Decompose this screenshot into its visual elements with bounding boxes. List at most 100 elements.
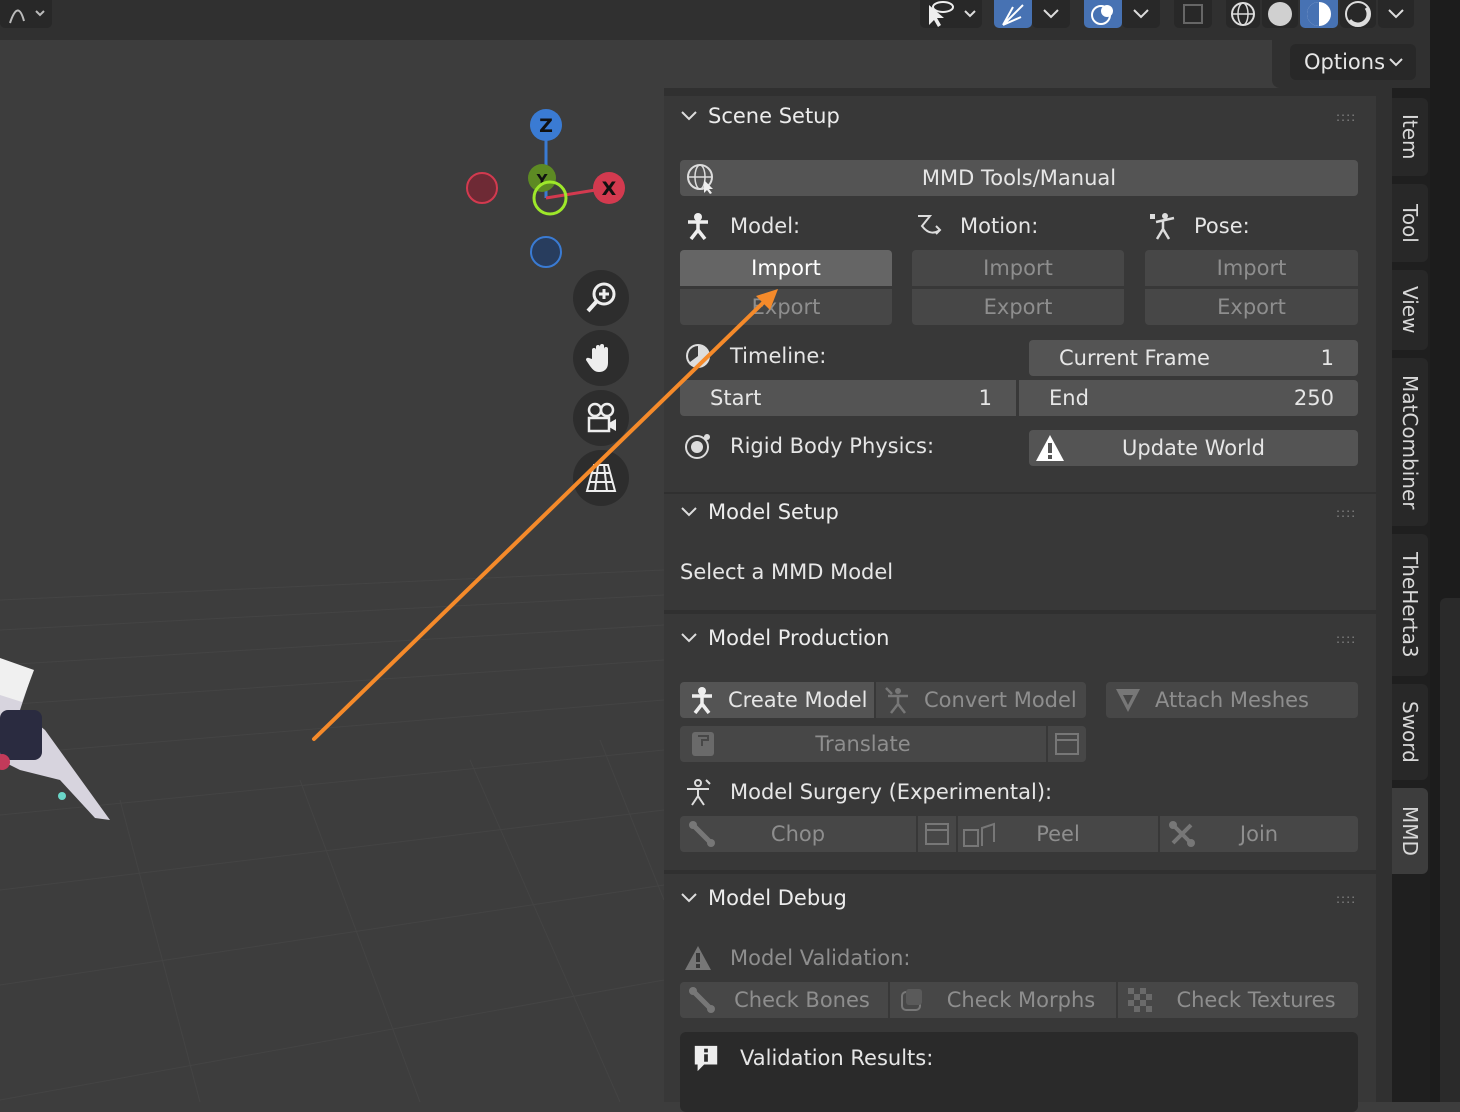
falloff-curve-icon xyxy=(9,9,45,24)
overlay-dropdown[interactable] xyxy=(1122,0,1160,28)
frame-start-label: Start xyxy=(710,386,762,410)
mmd-manual-button[interactable]: MMD Tools/Manual xyxy=(680,160,1358,196)
drag-handle-icon[interactable]: :::: xyxy=(1336,892,1356,906)
warning-icon xyxy=(1036,435,1064,461)
perspective-toggle-button[interactable] xyxy=(573,450,629,506)
globe-cursor-icon xyxy=(687,164,713,194)
chop-button[interactable]: Chop xyxy=(680,816,916,852)
tab-tool[interactable]: Tool xyxy=(1392,184,1428,262)
3d-viewport[interactable]: Z Y X xyxy=(0,40,664,1102)
rigid-body-label: Rigid Body Physics: xyxy=(684,432,934,460)
current-frame-field[interactable]: Current Frame 1 xyxy=(1029,340,1358,376)
proportional-falloff-button[interactable] xyxy=(0,0,52,28)
options-dropdown[interactable]: Options xyxy=(1290,44,1416,80)
frame-start-field[interactable]: Start 1 xyxy=(680,380,1016,416)
translate-popup-button[interactable] xyxy=(1048,726,1086,762)
gizmo-icon xyxy=(1002,4,1024,26)
gizmo-dropdown[interactable] xyxy=(1032,0,1070,28)
model-setup-header[interactable]: Model Setup xyxy=(680,500,839,524)
shading-rendered-button[interactable] xyxy=(1340,0,1376,28)
drag-handle-icon[interactable]: :::: xyxy=(1336,506,1356,520)
selectability-visibility-button[interactable] xyxy=(920,0,982,28)
check-bones-button[interactable]: Check Bones xyxy=(680,982,888,1018)
attach-meshes-button[interactable]: Attach Meshes xyxy=(1106,682,1358,718)
update-world-label: Update World xyxy=(1122,436,1265,460)
pan-button[interactable] xyxy=(573,330,629,386)
frame-end-field[interactable]: End 250 xyxy=(1019,380,1358,416)
mesh-triangle-icon xyxy=(1116,689,1140,712)
shading-material-button[interactable] xyxy=(1300,0,1338,28)
physics-icon xyxy=(685,434,710,459)
model-production-header[interactable]: Model Production xyxy=(680,626,889,650)
create-model-button[interactable]: Create Model xyxy=(680,682,874,718)
bone-icon xyxy=(689,821,715,847)
pose-io-label: Pose: xyxy=(1148,212,1250,240)
model-import-button[interactable]: Import xyxy=(680,250,892,286)
convert-model-button[interactable]: Convert Model xyxy=(876,682,1086,718)
camera-view-button[interactable] xyxy=(573,390,629,446)
tab-matcombiner[interactable]: MatCombiner xyxy=(1392,358,1428,526)
axis-x-label: X xyxy=(602,178,617,200)
hand-icon xyxy=(585,344,608,372)
tab-view[interactable]: View xyxy=(1392,270,1428,350)
timeline-label: Timeline: xyxy=(684,342,826,370)
shading-solid-button[interactable] xyxy=(1262,0,1298,28)
axis-neg-x-dot[interactable] xyxy=(466,172,498,204)
peel-button[interactable]: Peel xyxy=(958,816,1158,852)
peel-mesh-icon xyxy=(963,822,995,847)
model-surgery-label: Model Surgery (Experimental): xyxy=(684,778,1052,806)
check-textures-button[interactable]: Check Textures xyxy=(1118,982,1358,1018)
motion-import-button[interactable]: Import xyxy=(912,250,1124,286)
chevron-down-icon xyxy=(681,893,697,903)
tab-sword[interactable]: Sword xyxy=(1392,684,1428,780)
model-setup-message: Select a MMD Model xyxy=(680,560,894,584)
motion-export-button[interactable]: Export xyxy=(912,289,1124,325)
bone-icon xyxy=(689,987,715,1013)
chop-popup-button[interactable] xyxy=(918,816,956,852)
drag-handle-icon[interactable]: :::: xyxy=(1336,110,1356,124)
overlay-toggle-button[interactable] xyxy=(1084,0,1122,28)
pose-export-button[interactable]: Export xyxy=(1145,289,1358,325)
navigation-gizmo[interactable]: Z Y X xyxy=(460,100,640,280)
shading-wireframe-button[interactable] xyxy=(1226,0,1260,28)
options-label: Options xyxy=(1304,50,1386,74)
wireframe-sphere-icon xyxy=(1231,2,1255,26)
drag-handle-icon[interactable]: :::: xyxy=(1336,632,1356,646)
armature-figure-icon xyxy=(688,213,708,240)
clock-icon xyxy=(686,344,710,368)
sidebar-tabs: Item Tool View MatCombiner TheHerta3 Swo… xyxy=(1392,88,1430,1102)
rendered-sphere-icon xyxy=(1345,1,1371,27)
window-icon xyxy=(1055,733,1079,755)
translate-button[interactable]: Translate xyxy=(680,726,1046,762)
current-frame-label: Current Frame xyxy=(1059,346,1210,370)
axis-z-label: Z xyxy=(539,115,553,137)
scene-setup-header[interactable]: Scene Setup xyxy=(680,104,840,128)
tab-item[interactable]: Item xyxy=(1392,98,1428,176)
pose-import-button[interactable]: Import xyxy=(1145,250,1358,286)
join-button[interactable]: Join xyxy=(1160,816,1358,852)
info-icon xyxy=(694,1045,718,1072)
viewport-header xyxy=(0,0,1430,40)
axis-neg-z-dot[interactable] xyxy=(530,236,562,268)
xray-toggle-button[interactable] xyxy=(1174,0,1212,28)
model-debug-title: Model Debug xyxy=(708,886,847,910)
model-export-button[interactable]: Export xyxy=(680,289,892,325)
tab-mmd[interactable]: MMD xyxy=(1392,788,1428,874)
frame-end-value: 250 xyxy=(1293,386,1334,410)
model-io-label: Model: xyxy=(684,212,800,240)
solid-sphere-icon xyxy=(1268,2,1292,26)
model-debug-header[interactable]: Model Debug xyxy=(680,886,847,910)
shading-dropdown[interactable] xyxy=(1378,0,1414,28)
chevron-down-icon xyxy=(681,111,697,121)
chevron-down-icon xyxy=(681,507,697,517)
gizmo-toggle-button[interactable] xyxy=(994,0,1032,28)
check-morphs-button[interactable]: Check Morphs xyxy=(890,982,1116,1018)
frame-end-label: End xyxy=(1049,386,1089,410)
zoom-button[interactable] xyxy=(573,270,629,326)
tab-theherta3[interactable]: TheHerta3 xyxy=(1392,534,1428,676)
armature-figure-icon xyxy=(692,687,712,714)
surgery-figure-icon xyxy=(687,779,711,806)
update-world-button[interactable]: Update World xyxy=(1029,430,1358,466)
xray-icon xyxy=(1183,4,1203,24)
window-icon xyxy=(925,823,949,845)
